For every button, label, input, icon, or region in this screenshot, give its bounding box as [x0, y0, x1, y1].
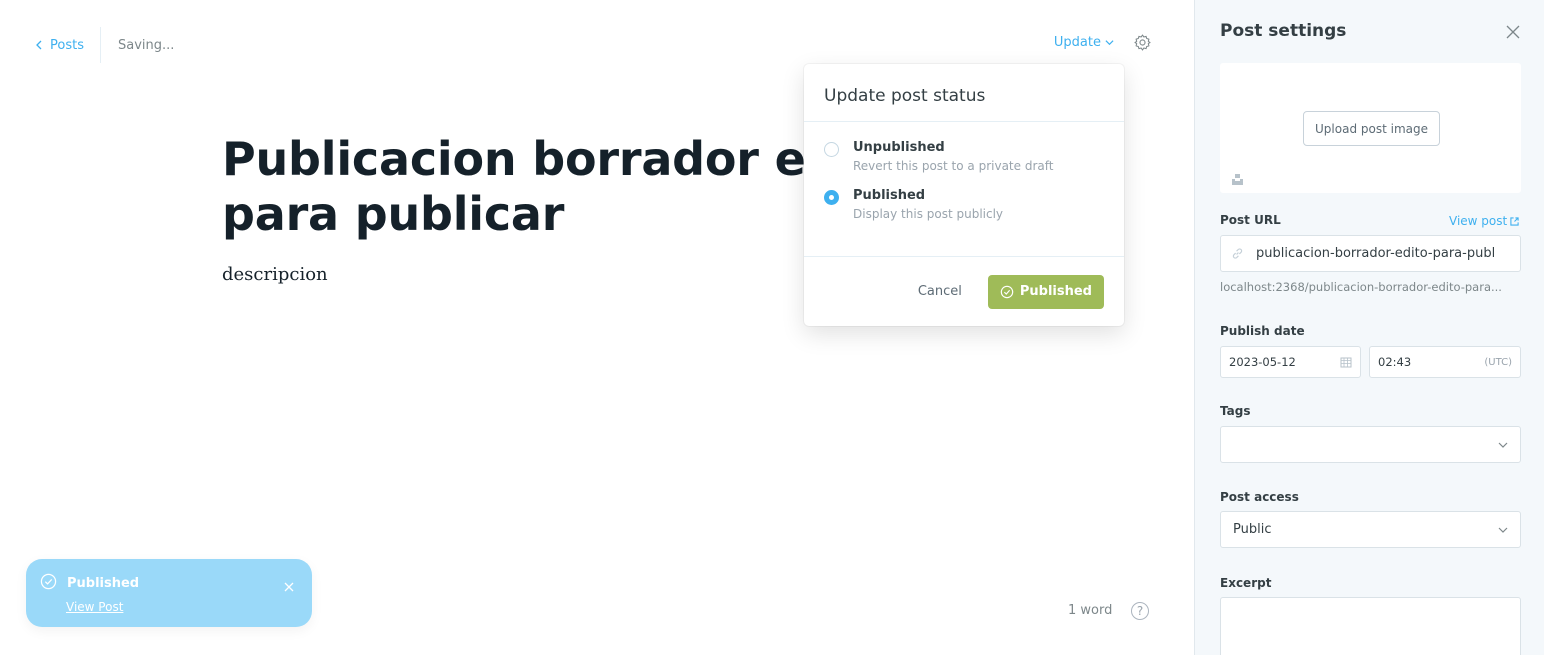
popover-title: Update post status: [804, 64, 1124, 122]
post-access-value: Public: [1233, 522, 1272, 537]
popover-footer: Cancel Published: [804, 256, 1124, 326]
help-icon: ?: [1136, 604, 1144, 618]
status-option-unpublished[interactable]: Unpublished Revert this post to a privat…: [824, 140, 1104, 173]
toast-header: Published: [40, 573, 298, 594]
gear-icon: [1133, 33, 1151, 51]
close-icon: [1506, 25, 1520, 39]
cancel-button[interactable]: Cancel: [912, 278, 968, 305]
publish-time-input[interactable]: 02:43 (UTC): [1369, 346, 1521, 378]
status-option-label: Published: [853, 188, 926, 203]
notification-toast: Published View Post: [26, 559, 312, 627]
back-link-label: Posts: [50, 37, 84, 53]
update-status-popover: Update post status Unpublished Revert th…: [804, 64, 1124, 326]
post-url-label: Post URL: [1220, 213, 1281, 227]
toast-title: Published: [67, 576, 140, 591]
status-option-text: Published Display this post publicly: [853, 188, 1003, 221]
back-to-posts-link[interactable]: Posts: [34, 27, 101, 63]
check-circle-icon: [1000, 285, 1014, 298]
post-image-uploader: Upload post image: [1220, 63, 1521, 193]
unsplash-icon[interactable]: [1231, 171, 1244, 185]
post-url-value: publicacion-borrador-edito-para-publ: [1256, 246, 1496, 261]
chevron-down-icon: [1105, 39, 1114, 45]
post-url-preview: localhost:2368/publicacion-borrador-edit…: [1220, 280, 1502, 294]
update-label: Update: [1053, 34, 1101, 50]
save-status: Saving...: [117, 37, 175, 53]
published-button-label: Published: [1019, 284, 1092, 299]
status-option-text: Unpublished Revert this post to a privat…: [853, 140, 1053, 173]
word-count: 1 word: [1068, 603, 1113, 618]
view-post-link[interactable]: View Post: [66, 600, 298, 614]
excerpt-textarea[interactable]: [1220, 597, 1521, 655]
upload-post-image-button[interactable]: Upload post image: [1303, 111, 1440, 146]
settings-close-button[interactable]: [1506, 24, 1522, 40]
chevron-down-icon: [1498, 442, 1508, 448]
published-button[interactable]: Published: [987, 274, 1104, 309]
post-access-select[interactable]: Public: [1220, 511, 1521, 548]
tags-select[interactable]: [1220, 426, 1521, 463]
published-radio[interactable]: [824, 190, 839, 205]
publish-date-value: 2023-05-12: [1229, 355, 1296, 369]
link-icon: [1232, 248, 1243, 259]
status-option-description: Display this post publicly: [853, 207, 1004, 221]
excerpt-label: Excerpt: [1220, 576, 1272, 590]
chevron-left-icon: [36, 40, 42, 50]
post-settings-panel: Post settings Upload post image Post URL…: [1194, 0, 1544, 655]
chevron-down-icon: [1498, 527, 1508, 533]
toast-close-button[interactable]: [284, 577, 298, 591]
external-link-icon: [1510, 216, 1519, 226]
timezone-label: (UTC): [1484, 356, 1512, 368]
publish-time-value: 02:43: [1378, 355, 1412, 369]
post-access-label: Post access: [1220, 490, 1299, 504]
calendar-icon: [1340, 357, 1352, 368]
tags-label: Tags: [1220, 404, 1251, 418]
post-url-input[interactable]: publicacion-borrador-edito-para-publ: [1220, 235, 1521, 272]
help-button[interactable]: ?: [1131, 602, 1149, 620]
update-status-trigger[interactable]: Update: [1054, 35, 1114, 50]
status-options: Unpublished Revert this post to a privat…: [804, 122, 1124, 221]
view-post-link[interactable]: View post: [1449, 214, 1519, 228]
publish-date-input[interactable]: 2023-05-12: [1220, 346, 1361, 378]
status-option-label: Unpublished: [853, 140, 945, 155]
settings-title: Post settings: [1220, 21, 1347, 41]
post-settings-toggle[interactable]: [1132, 32, 1152, 52]
status-option-published[interactable]: Published Display this post publicly: [824, 188, 1104, 221]
unpublished-radio[interactable]: [824, 142, 839, 157]
check-circle-icon: [40, 573, 57, 594]
editor-topbar-left: Posts Saving...: [34, 27, 175, 63]
status-option-description: Revert this post to a private draft: [853, 159, 1054, 173]
editor-topbar-right: Update: [1054, 30, 1152, 54]
close-icon: [284, 582, 294, 591]
publish-date-label: Publish date: [1220, 324, 1305, 338]
post-body[interactable]: descripcion: [222, 264, 328, 285]
view-post-label: View post: [1449, 214, 1508, 228]
